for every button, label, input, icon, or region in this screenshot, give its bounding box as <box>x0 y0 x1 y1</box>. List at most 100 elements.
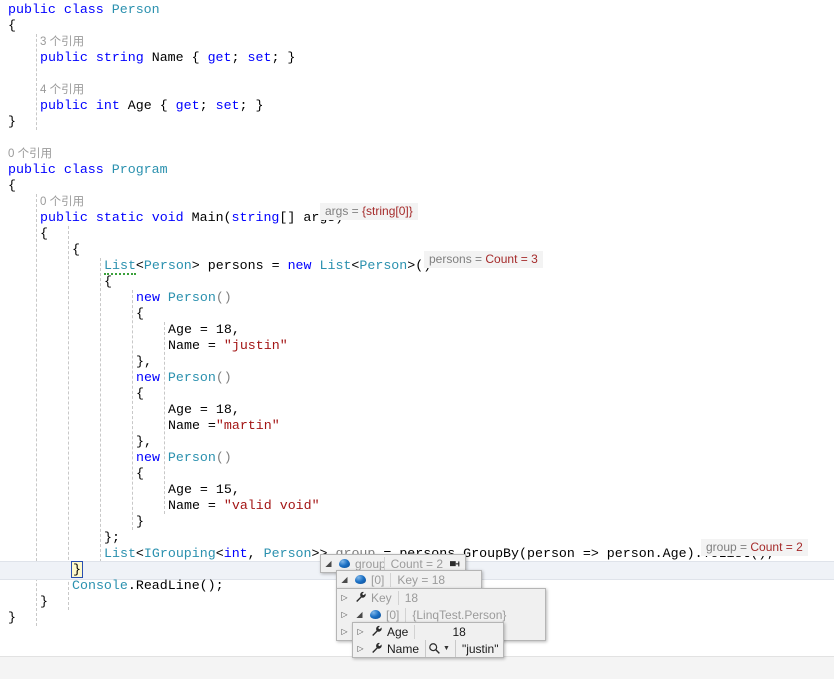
code-line: new Person() <box>0 450 232 466</box>
code-line: Console.ReadLine(); <box>0 578 224 594</box>
pin-to-source-icon-glyph <box>450 560 460 566</box>
code-token: public <box>8 162 64 177</box>
code-token: Person <box>167 370 216 385</box>
code-line: Age = 18, <box>0 322 240 338</box>
code-token: }; <box>104 530 120 545</box>
datatip-person-members[interactable]: ▷ Age 18 ▷ Name ▼ "justin" <box>352 622 504 658</box>
code-line: { <box>0 306 144 322</box>
reference-count-label[interactable]: 0 个引用 <box>40 196 84 208</box>
wrench-icon <box>368 640 385 657</box>
reference-count-label[interactable]: 3 个引用 <box>40 36 84 48</box>
codelens-reference-hint[interactable]: 4 个引用 <box>0 82 84 98</box>
datatip-member-name: [0] <box>371 572 385 587</box>
sphere-icon <box>355 575 366 584</box>
inline-debug-value-text: Count = 3 <box>485 252 538 266</box>
code-line: new Person() <box>0 290 232 306</box>
wrench-icon-glyph <box>371 625 382 636</box>
datatip-row[interactable]: ◢ [0] Key = 18 <box>337 571 481 588</box>
code-token: { <box>8 18 16 33</box>
expand-triangle-icon[interactable]: ▷ <box>337 623 352 640</box>
code-line: { <box>0 242 80 258</box>
code-token: () <box>215 450 232 465</box>
code-token: public <box>40 210 96 225</box>
reference-count-label[interactable]: 4 个引用 <box>40 84 84 96</box>
code-line: Name = "valid void" <box>0 498 320 514</box>
inline-debug-value-args[interactable]: args = {string[0]} <box>320 203 418 220</box>
code-token: { <box>136 386 144 401</box>
collapse-triangle-icon[interactable]: ◢ <box>321 555 336 572</box>
code-token: ; <box>231 50 248 65</box>
code-token: Person <box>167 290 216 305</box>
code-token: int <box>95 98 128 113</box>
code-token: new <box>136 290 168 305</box>
codelens-reference-hint[interactable]: 3 个引用 <box>0 34 84 50</box>
code-line: } <box>0 561 83 578</box>
code-token: < <box>135 258 144 273</box>
code-token: }, <box>136 434 152 449</box>
code-line: }; <box>0 530 120 546</box>
code-token: Age = 15, <box>168 482 240 497</box>
code-token: Person <box>167 450 216 465</box>
code-token: get <box>175 98 200 113</box>
codelens-reference-hint[interactable]: 0 个引用 <box>0 146 52 162</box>
datatip-member-value[interactable]: Key = 18 <box>390 572 481 587</box>
string-visualizer-button[interactable]: ▼ <box>425 640 456 657</box>
code-line: Age = 15, <box>0 482 240 498</box>
datatip-member-value[interactable]: 18 <box>414 624 503 639</box>
collapse-triangle-icon[interactable]: ◢ <box>352 606 367 623</box>
datatip-member-name: Key <box>371 590 392 605</box>
code-line: Name = "justin" <box>0 338 288 354</box>
datatip-member-name: Name <box>387 641 420 656</box>
reference-count-label[interactable]: 0 个引用 <box>8 148 52 160</box>
code-line: }, <box>0 354 152 370</box>
codelens-reference-hint[interactable]: 0 个引用 <box>0 194 84 210</box>
collapse-triangle-icon[interactable]: ◢ <box>337 571 352 588</box>
datatip-group-item-0[interactable]: ◢ [0] Key = 18 <box>336 570 482 589</box>
datatip-row[interactable]: ▷ Name ▼ "justin" <box>353 640 503 657</box>
code-token: class <box>63 162 112 177</box>
code-token: } <box>40 594 48 609</box>
code-token: static <box>95 210 152 225</box>
code-line: { <box>0 18 16 34</box>
code-token: set <box>247 50 272 65</box>
chevron-down-icon[interactable]: ▼ <box>441 640 453 657</box>
code-token: "martin" <box>215 418 280 433</box>
code-token: }, <box>136 354 152 369</box>
code-token: string <box>95 50 152 65</box>
datatip-member-value[interactable]: Count = 2 <box>383 556 449 571</box>
expand-triangle-icon[interactable]: ▷ <box>337 606 352 623</box>
datatip-row[interactable]: ▷ Age 18 <box>353 623 503 640</box>
code-token: Age { <box>127 98 176 113</box>
datatip-member-value[interactable]: 18 <box>397 590 545 605</box>
inline-debug-value-text: Count = 2 <box>750 540 803 554</box>
inline-debug-value-group[interactable]: group = Count = 2 <box>701 539 808 556</box>
expand-triangle-icon[interactable]: ▷ <box>337 589 352 606</box>
expand-triangle-icon[interactable]: ▷ <box>353 640 368 657</box>
datatip-member-value[interactable]: "justin" <box>456 642 499 656</box>
datatip-member-name: group <box>355 556 384 571</box>
datatip-member-value[interactable]: {LinqTest.Person} <box>405 607 545 622</box>
code-token: "valid void" <box>223 498 320 513</box>
wrench-icon <box>352 589 369 606</box>
code-token: { <box>72 242 80 257</box>
code-line: new Person() <box>0 370 232 386</box>
code-token: public <box>40 98 96 113</box>
code-line: } <box>0 610 16 626</box>
code-token: new <box>136 450 168 465</box>
expand-triangle-icon[interactable]: ▷ <box>353 623 368 640</box>
code-token: { <box>8 178 16 193</box>
code-token: IGrouping <box>143 546 216 561</box>
code-token: List <box>104 258 136 275</box>
pin-to-source-icon[interactable] <box>449 557 465 571</box>
code-line: } <box>0 514 144 530</box>
sphere-icon <box>352 571 369 588</box>
code-line: { <box>0 178 16 194</box>
datatip-row[interactable]: ▷ ◢ [0] {LinqTest.Person} <box>337 606 545 623</box>
datatip-row[interactable]: ▷ Key 18 <box>337 589 545 606</box>
code-line: } <box>0 114 16 130</box>
code-token: Program <box>111 162 168 177</box>
code-token: set <box>215 98 240 113</box>
code-token: string <box>231 210 280 225</box>
code-token: new <box>136 370 168 385</box>
inline-debug-value-persons[interactable]: persons = Count = 3 <box>424 251 543 268</box>
